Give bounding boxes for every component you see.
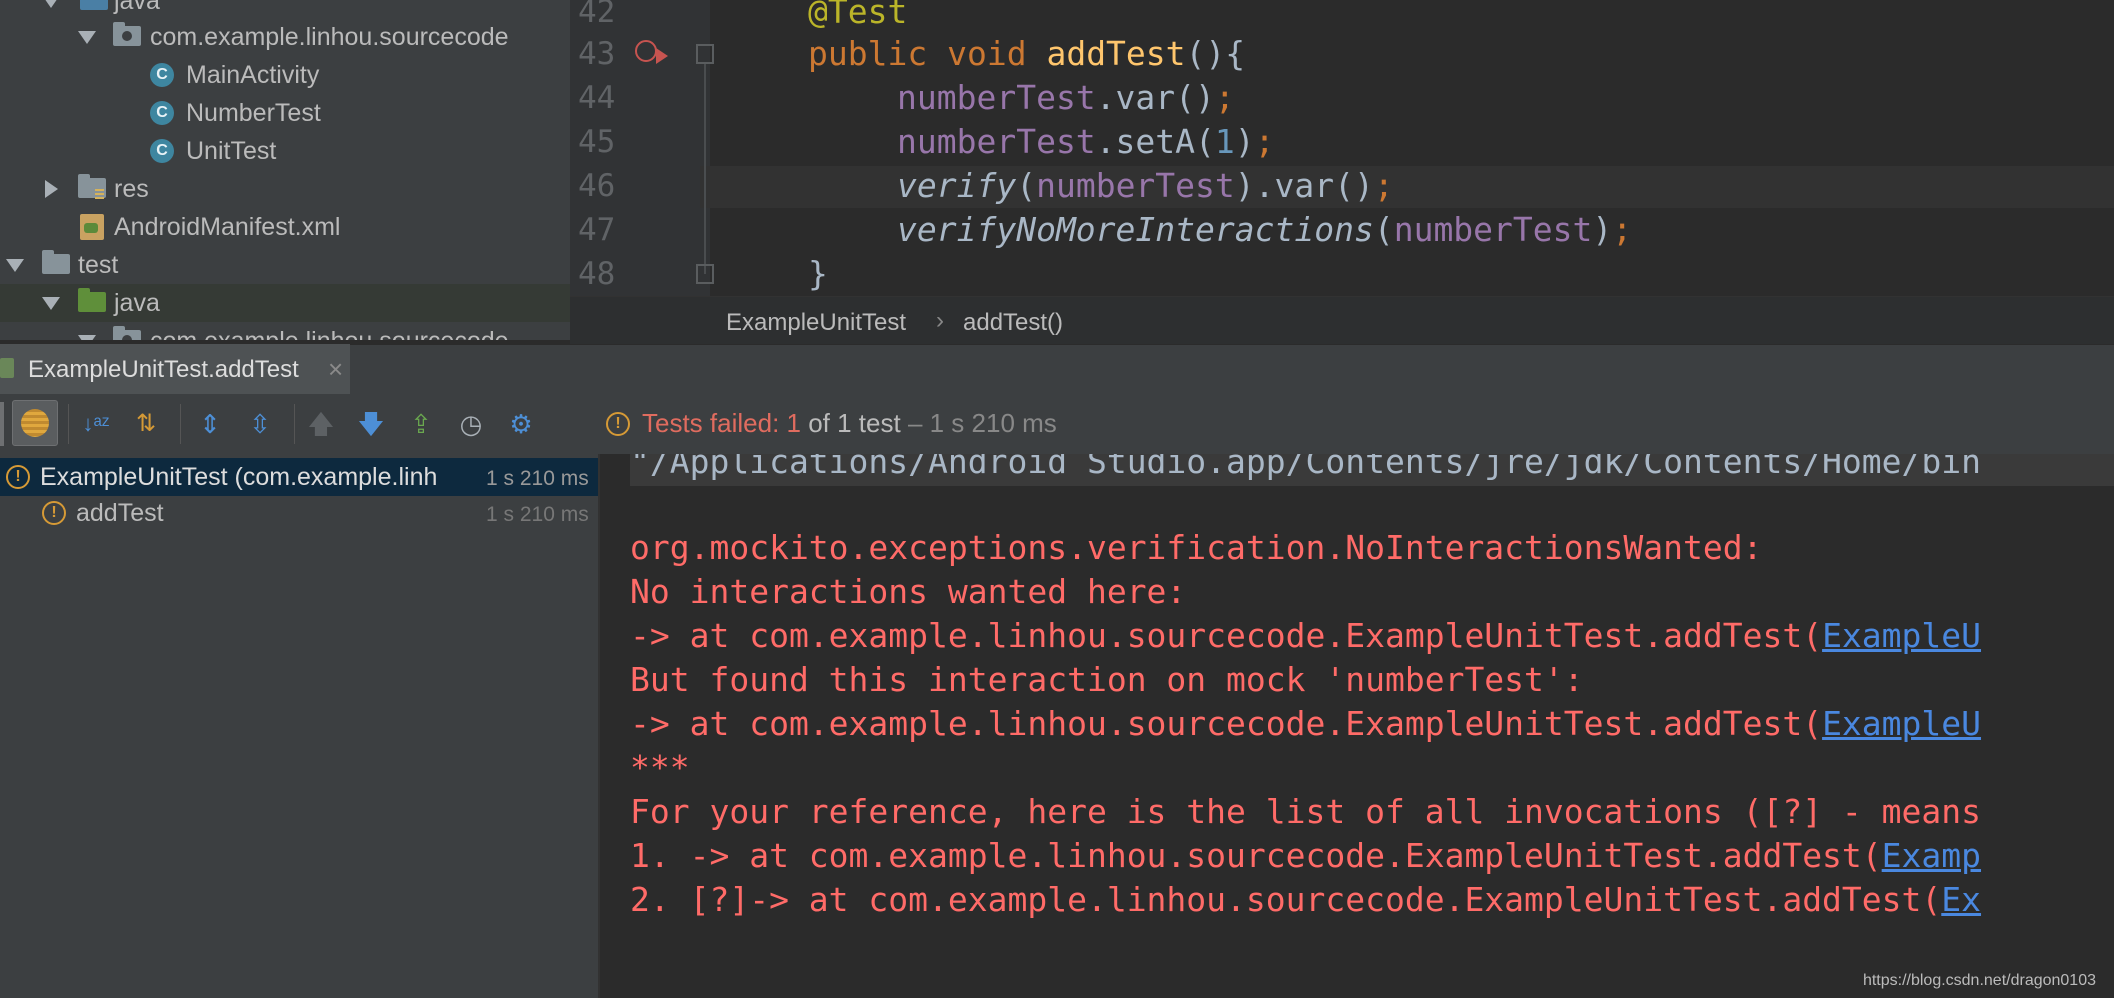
toolbar-edge: [0, 402, 4, 446]
tree-item-test[interactable]: test: [0, 246, 570, 284]
line-number: 47: [578, 212, 616, 248]
code-line-46[interactable]: verify(numberTest).var();: [897, 166, 1394, 205]
console-line: org.mockito.exceptions.verification.NoIn…: [630, 528, 1763, 567]
line-number: 45: [578, 124, 616, 160]
console-line: No interactions wanted here:: [630, 572, 1187, 611]
history-icon[interactable]: ◷: [455, 408, 487, 440]
toggle-passed-button[interactable]: [12, 400, 58, 446]
tree-item-test-package[interactable]: com.example.linhou.sourcecode: [0, 322, 570, 340]
warning-icon: !: [606, 412, 630, 436]
toggle-passed-icon: [21, 409, 49, 437]
line-number: 46: [578, 168, 616, 204]
console-line: 1. -> at com.example.linhou.sourcecode.E…: [630, 836, 1982, 875]
toolbar-separator: [294, 404, 295, 444]
resource-folder-icon: [78, 174, 106, 200]
line-number: 44: [578, 80, 616, 116]
test-row-method[interactable]: ! addTest 1 s 210 ms: [0, 494, 598, 532]
line-number: 42: [578, 0, 616, 30]
tab-run-exampleunittest[interactable]: ExampleUnitTest.addTest ×: [0, 344, 350, 394]
watermark: https://blog.csdn.net/dragon0103: [1862, 972, 2096, 989]
close-icon[interactable]: ×: [328, 354, 343, 385]
stack-link[interactable]: ExampleU: [1822, 616, 1981, 655]
tree-item-java[interactable]: java: [0, 0, 570, 20]
folder-icon: [42, 250, 70, 274]
settings-icon[interactable]: ⚙: [505, 408, 537, 440]
class-icon: C: [150, 63, 174, 87]
tree-item-package[interactable]: com.example.linhou.sourcecode: [0, 18, 570, 56]
chevron-down-icon[interactable]: [78, 335, 96, 340]
tree-item-res[interactable]: res: [0, 170, 570, 208]
chevron-down-icon[interactable]: [42, 0, 60, 8]
stack-link[interactable]: ExampleU: [1822, 704, 1981, 743]
collapse-all-icon[interactable]: ⇳: [244, 408, 276, 440]
stack-link[interactable]: Ex: [1941, 880, 1981, 919]
next-fail-icon[interactable]: 🡇: [355, 408, 387, 440]
export-icon[interactable]: ⇪: [405, 408, 437, 440]
tree-item-mainactivity[interactable]: C MainActivity: [0, 56, 570, 94]
run-config-icon: [0, 358, 14, 378]
sort-duration-icon[interactable]: ⇅: [130, 408, 162, 440]
breadcrumb-separator: ›: [936, 307, 944, 334]
package-icon: [113, 326, 141, 340]
test-duration: 1 s 210 ms: [486, 503, 589, 526]
toolbar-separator: [180, 404, 181, 444]
console-line: For your reference, here is the list of …: [630, 792, 1982, 831]
tree-item-numbertest[interactable]: C NumberTest: [0, 94, 570, 132]
code-line-48[interactable]: }: [808, 254, 828, 293]
test-folder-icon: [78, 288, 106, 312]
sort-alpha-icon[interactable]: ↓ᵃᶻ: [80, 408, 112, 440]
code-line-42[interactable]: @Test: [808, 0, 907, 31]
chevron-down-icon[interactable]: [6, 259, 24, 272]
breadcrumb: ExampleUnitTest › addTest(): [570, 296, 2114, 345]
class-icon: C: [150, 101, 174, 125]
console-line: But found this interaction on mock 'numb…: [630, 660, 1584, 699]
console-line: -> at com.example.linhou.sourcecode.Exam…: [630, 704, 1982, 743]
test-status-text: Tests failed: 1 of 1 test – 1 s 210 ms: [642, 408, 1057, 438]
package-icon: [113, 22, 141, 46]
code-line-44[interactable]: numberTest.var();: [897, 78, 1235, 117]
stack-link[interactable]: Examp: [1882, 836, 1981, 875]
console-line: -> at com.example.linhou.sourcecode.Exam…: [630, 616, 1982, 655]
test-method-label: addTest: [76, 499, 164, 527]
breadcrumb-class[interactable]: ExampleUnitTest: [726, 309, 906, 337]
tree-item-test-java[interactable]: java: [0, 284, 570, 322]
test-status-bar: ! Tests failed: 1 of 1 test – 1 s 210 ms: [600, 394, 2114, 454]
class-icon: C: [150, 139, 174, 163]
xml-file-icon: [80, 214, 104, 240]
breadcrumb-method[interactable]: addTest(): [963, 309, 1063, 337]
console-line: 2. [?]-> at com.example.linhou.sourcecod…: [630, 880, 1982, 919]
code-line-43[interactable]: public void addTest(){: [808, 34, 1245, 73]
folder-icon: [80, 0, 108, 10]
chevron-right-icon[interactable]: [45, 180, 58, 198]
prev-fail-icon[interactable]: 🡅: [305, 408, 337, 440]
warning-icon: !: [6, 465, 30, 489]
tab-title: ExampleUnitTest.addTest: [28, 356, 299, 383]
chevron-down-icon[interactable]: [42, 297, 60, 310]
run-arrow-icon[interactable]: [656, 48, 668, 64]
fold-marker-icon[interactable]: [696, 264, 714, 284]
test-class-label: ExampleUnitTest (com.example.linh: [40, 463, 438, 491]
test-results-tree: ! ExampleUnitTest (com.example.linh 1 s …: [0, 454, 600, 998]
test-failed-run-icon[interactable]: [635, 40, 657, 62]
code-line-45[interactable]: numberTest.setA(1);: [897, 122, 1275, 161]
toolbar-separator: [68, 404, 69, 444]
fold-line: [704, 64, 706, 274]
console-line: ***: [630, 748, 690, 787]
line-number: 48: [578, 256, 616, 292]
project-tree: java com.example.linhou.sourcecode C Mai…: [0, 0, 570, 340]
expand-all-icon[interactable]: ⇕: [194, 408, 226, 440]
tree-item-unittest[interactable]: C UnitTest: [0, 132, 570, 170]
test-runner-toolbar: ↓ᵃᶻ ⇅ ⇕ ⇳ 🡅 🡇 ⇪ ◷ ⚙: [0, 394, 600, 454]
console-output[interactable]: "/Applications/Android Studio.app/Conten…: [600, 454, 2114, 998]
tree-item-manifest[interactable]: AndroidManifest.xml: [0, 208, 570, 246]
line-number: 43: [578, 36, 616, 72]
console-command: "/Applications/Android Studio.app/Conten…: [630, 454, 1982, 481]
chevron-down-icon[interactable]: [78, 31, 96, 44]
test-duration: 1 s 210 ms: [486, 467, 589, 490]
test-row-class[interactable]: ! ExampleUnitTest (com.example.linh 1 s …: [0, 458, 598, 496]
warning-icon: !: [42, 501, 66, 525]
code-line-47[interactable]: verifyNoMoreInteractions(numberTest);: [897, 210, 1632, 249]
fold-marker-icon[interactable]: [696, 44, 714, 64]
